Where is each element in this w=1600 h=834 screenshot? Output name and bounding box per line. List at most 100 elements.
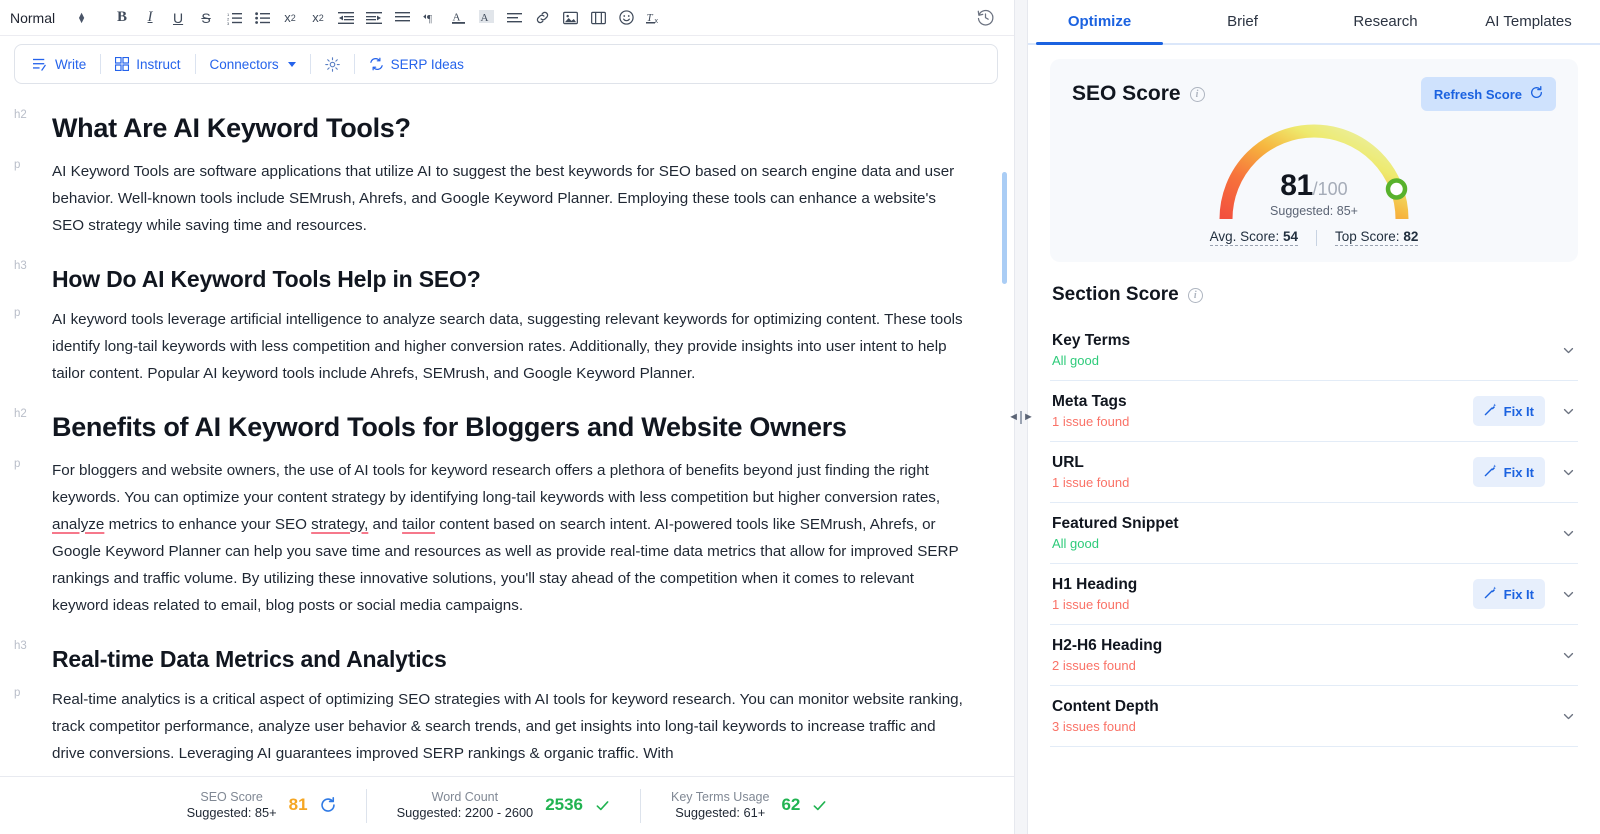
- status-metric-suggested: Suggested: 2200 - 2600: [397, 805, 534, 822]
- instruct-button[interactable]: Instruct: [101, 51, 194, 77]
- block-tag-gutter: p: [10, 680, 52, 699]
- info-icon[interactable]: i: [1190, 87, 1205, 102]
- block-tag-gutter: h2: [10, 401, 52, 420]
- status-metric-labels: SEO ScoreSuggested: 85+: [187, 789, 277, 822]
- refresh-score-button[interactable]: Refresh Score: [1421, 77, 1556, 111]
- block-content[interactable]: Real-time Data Metrics and Analytics: [52, 633, 974, 680]
- block-content[interactable]: AI keyword tools leverage artificial int…: [52, 300, 974, 401]
- subscript-icon[interactable]: x2: [276, 4, 304, 32]
- write-button[interactable]: Write: [29, 51, 100, 77]
- chevron-down-icon[interactable]: [1561, 526, 1576, 541]
- settings-button[interactable]: [311, 51, 354, 77]
- bold-icon[interactable]: B: [108, 4, 136, 32]
- version-history-icon[interactable]: [972, 5, 998, 31]
- editor-scrollbar[interactable]: [1002, 172, 1007, 284]
- section-score-row[interactable]: H2-H6 Heading2 issues foundFix It: [1050, 625, 1578, 686]
- video-icon[interactable]: [584, 4, 612, 32]
- paragraph: AI Keyword Tools are software applicatio…: [52, 158, 966, 239]
- write-icon: [33, 57, 48, 71]
- grammar-suggestion[interactable]: strategy,: [311, 516, 368, 533]
- section-row-status: 1 issue found: [1052, 414, 1129, 429]
- check-icon: [595, 798, 610, 813]
- section-score-row[interactable]: URL1 issue foundFix It: [1050, 442, 1578, 503]
- chevron-down-icon[interactable]: [1561, 587, 1576, 602]
- link-icon[interactable]: [528, 4, 556, 32]
- highlight-color-icon[interactable]: A: [472, 4, 500, 32]
- top-score-label: Top Score:: [1335, 229, 1400, 244]
- section-row-status: All good: [1052, 353, 1130, 368]
- gauge-value-row: 81/100: [1204, 169, 1424, 203]
- connectors-dropdown[interactable]: Connectors: [196, 51, 310, 77]
- text-direction-icon[interactable]: ¶: [416, 4, 444, 32]
- ordered-list-icon[interactable]: 123: [220, 4, 248, 32]
- section-row-status: 2 issues found: [1052, 658, 1162, 673]
- check-icon: [812, 798, 827, 813]
- chevron-down-icon[interactable]: [1561, 465, 1576, 480]
- block-content[interactable]: Benefits of AI Keyword Tools for Blogger…: [52, 401, 974, 451]
- indent-icon[interactable]: [360, 4, 388, 32]
- line-height-icon[interactable]: [500, 4, 528, 32]
- bullet-list-icon[interactable]: [248, 4, 276, 32]
- image-icon[interactable]: [556, 4, 584, 32]
- text-color-icon[interactable]: A: [444, 4, 472, 32]
- status-metric-suggested: Suggested: 61+: [671, 805, 769, 822]
- strikethrough-icon[interactable]: S: [192, 4, 220, 32]
- section-row-labels: Featured SnippetAll good: [1052, 515, 1179, 551]
- fix-it-button[interactable]: Fix It: [1473, 579, 1545, 609]
- svg-text:3: 3: [227, 21, 230, 25]
- chevron-down-icon[interactable]: [1561, 343, 1576, 358]
- block-tag-gutter: h3: [10, 253, 52, 272]
- chevron-down-icon[interactable]: [1561, 648, 1576, 663]
- avg-score-stat[interactable]: Avg. Score: 54: [1210, 229, 1298, 246]
- section-score-row[interactable]: Featured SnippetAll goodFix It: [1050, 503, 1578, 564]
- block-content[interactable]: How Do AI Keyword Tools Help in SEO?: [52, 253, 974, 300]
- italic-icon[interactable]: I: [136, 4, 164, 32]
- clear-format-icon[interactable]: Tx: [640, 4, 668, 32]
- section-row-status: 3 issues found: [1052, 719, 1159, 734]
- paragraph: For bloggers and website owners, the use…: [52, 457, 966, 619]
- align-icon[interactable]: [388, 4, 416, 32]
- fix-it-label: Fix It: [1504, 465, 1534, 480]
- tab-ai-templates[interactable]: AI Templates: [1457, 0, 1600, 43]
- tab-brief[interactable]: Brief: [1171, 0, 1314, 43]
- block-content[interactable]: For bloggers and website owners, the use…: [52, 451, 974, 633]
- seo-gauge: 81/100 Suggested: 85+: [1204, 113, 1424, 225]
- section-score-row[interactable]: Key TermsAll goodFix It: [1050, 320, 1578, 381]
- section-score-row[interactable]: Meta Tags1 issue foundFix It: [1050, 381, 1578, 442]
- paragraph-style-select[interactable]: Normal ▲▼: [10, 10, 92, 26]
- document-scroll-area[interactable]: h2 What Are AI Keyword Tools? p AI Keyword …: [0, 92, 1014, 776]
- serp-ideas-icon: [369, 57, 384, 71]
- section-score-row[interactable]: Content Depth3 issues foundFix It: [1050, 686, 1578, 747]
- tab-research[interactable]: Research: [1314, 0, 1457, 43]
- serp-ideas-button[interactable]: SERP Ideas: [355, 51, 478, 77]
- document-body[interactable]: h2 What Are AI Keyword Tools? p AI Keyword …: [0, 102, 974, 776]
- fix-it-button[interactable]: Fix It: [1473, 457, 1545, 487]
- status-metric-value: 81: [289, 795, 308, 815]
- outdent-icon[interactable]: [332, 4, 360, 32]
- seo-score-header: SEO Score i Refresh Score: [1072, 77, 1556, 111]
- svg-text:¶: ¶: [427, 13, 432, 25]
- underline-icon[interactable]: U: [164, 4, 192, 32]
- refresh-icon[interactable]: [320, 797, 336, 813]
- emoji-icon[interactable]: [612, 4, 640, 32]
- divider: [1316, 230, 1317, 246]
- block-content[interactable]: What Are AI Keyword Tools?: [52, 102, 974, 152]
- formatting-toolbar: Normal ▲▼ B I U S 123 x2 x2: [0, 0, 1014, 36]
- svg-text:x: x: [655, 18, 659, 25]
- info-icon[interactable]: i: [1188, 288, 1203, 303]
- tab-optimize[interactable]: Optimize: [1028, 0, 1171, 43]
- grammar-suggestion[interactable]: tailor: [402, 516, 435, 533]
- section-score-row[interactable]: H1 Heading1 issue foundFix It: [1050, 564, 1578, 625]
- grammar-suggestion[interactable]: analyze: [52, 516, 104, 533]
- superscript-icon[interactable]: x2: [304, 4, 332, 32]
- fix-it-label: Fix It: [1504, 404, 1534, 419]
- write-label: Write: [55, 57, 86, 72]
- panel-resize-handle[interactable]: ◄►: [1014, 0, 1028, 834]
- chevron-down-icon[interactable]: [1561, 709, 1576, 724]
- seo-score-title: SEO Score: [1072, 82, 1181, 106]
- chevron-down-icon[interactable]: [1561, 404, 1576, 419]
- block-content[interactable]: AI Keyword Tools are software applicatio…: [52, 152, 974, 253]
- block-content[interactable]: Real-time analytics is a critical aspect…: [52, 680, 974, 776]
- fix-it-button[interactable]: Fix It: [1473, 396, 1545, 426]
- top-score-stat[interactable]: Top Score: 82: [1335, 229, 1418, 246]
